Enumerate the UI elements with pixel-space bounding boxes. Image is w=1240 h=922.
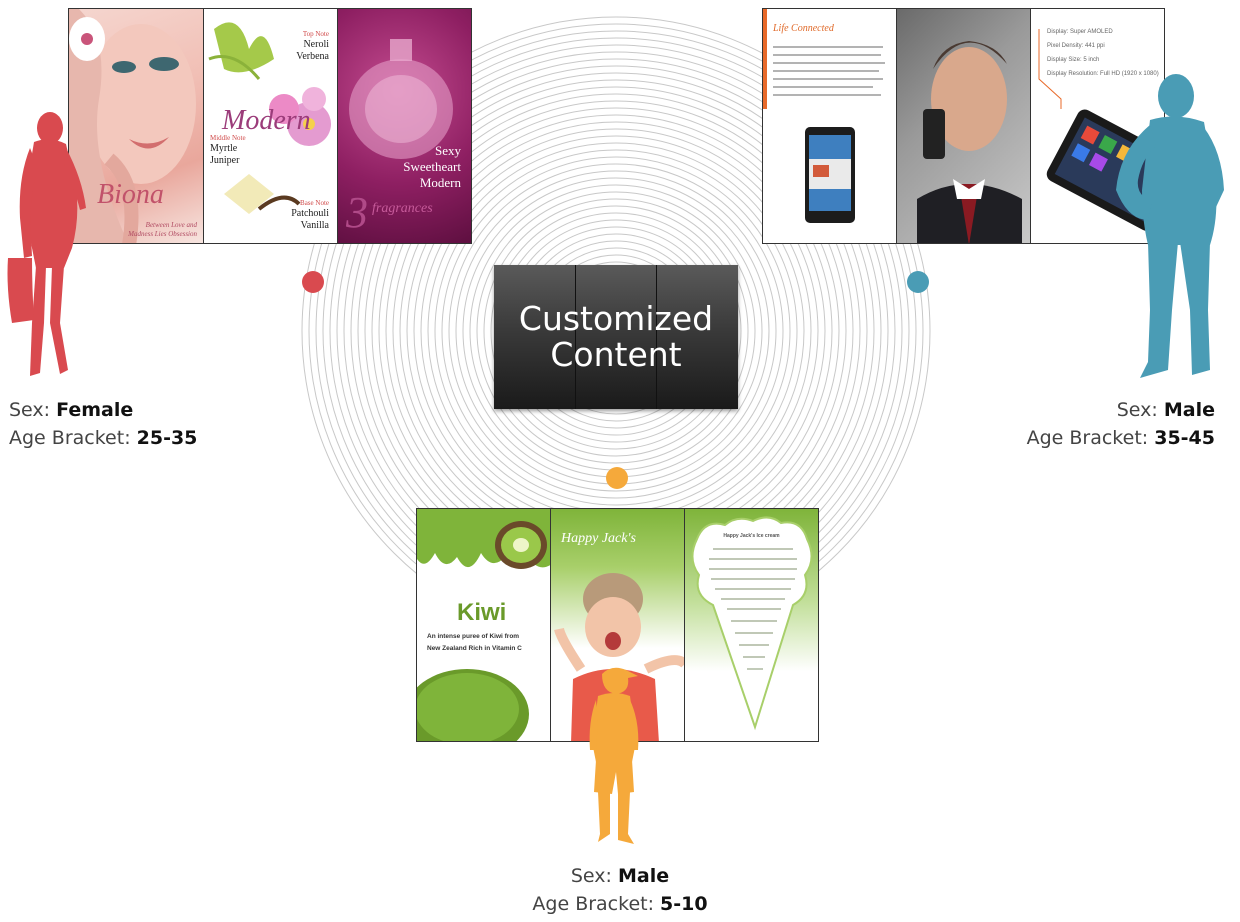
male-adult-content-panel-2 xyxy=(896,8,1031,244)
spec-display-size: Display Size: 5 inch xyxy=(1047,57,1100,63)
male-child-age-value: 5-10 xyxy=(660,893,708,915)
male-child-sex-label: Sex: xyxy=(570,865,618,887)
biona-tagline-1: Between Love and xyxy=(145,221,197,229)
male-adult-age-value: 35-45 xyxy=(1154,427,1215,449)
fragrance-count: 3 xyxy=(346,188,368,237)
top-note-1: Neroli xyxy=(303,39,329,50)
male-child-segment-dot xyxy=(606,467,628,489)
top-note-label: Top Note xyxy=(302,30,329,38)
base-note-label: Base Note xyxy=(300,199,329,207)
middle-note-label: Middle Note xyxy=(210,134,246,142)
female-sex-value: Female xyxy=(56,399,134,421)
customized-content-box: Customized Content xyxy=(494,265,738,409)
male-adult-segment-dot xyxy=(907,271,929,293)
sweetheart-text: Sweetheart xyxy=(403,159,461,174)
center-line-2: Content xyxy=(550,335,682,374)
male-adult-segment-label: Sex: Male Age Bracket: 35-45 xyxy=(1027,396,1215,452)
fragrances-script: fragrances xyxy=(372,201,433,216)
female-silhouette-icon xyxy=(7,112,86,376)
female-segment-dot xyxy=(302,271,324,293)
life-connected-script: Life Connected xyxy=(773,23,834,34)
child-content-panel-1: Kiwi An intense puree of Kiwi from New Z… xyxy=(416,508,551,742)
male-adult-content-panel-1: Life Connected xyxy=(762,8,897,244)
modern-text: Modern xyxy=(419,175,461,190)
businessman-phone-image xyxy=(917,41,1022,243)
male-adult-silhouette-icon xyxy=(1116,74,1224,378)
male-adult-sex-label: Sex: xyxy=(1116,399,1164,421)
base-note-1: Patchouli xyxy=(291,208,329,219)
customized-content-label: Customized Content xyxy=(494,301,738,373)
male-child-silhouette-icon xyxy=(589,667,639,844)
female-sex-label: Sex: xyxy=(9,399,57,421)
biona-title: Biona xyxy=(97,179,164,210)
top-note-2: Verbena xyxy=(296,51,329,62)
accent-bar xyxy=(763,9,767,109)
spec-pixel-density: Pixel Density: 441 ppi xyxy=(1047,43,1105,49)
middle-note-1: Myrtle xyxy=(210,143,238,154)
biona-tagline-2: Madness Lies Obsession xyxy=(128,230,197,238)
female-content-panel-3: Sexy Sweetheart Modern 3 fragrances xyxy=(337,8,472,244)
happy-jacks-script: Happy Jack's xyxy=(561,531,636,546)
base-note-2: Vanilla xyxy=(300,220,329,231)
female-segment-label: Sex: Female Age Bracket: 25-35 xyxy=(9,396,197,452)
kiwi-desc-1: An intense puree of Kiwi from xyxy=(427,633,520,640)
sexy-text: Sexy xyxy=(435,143,461,158)
female-content-panel-2: Modern Top Note Neroli Verbena Middle No… xyxy=(203,8,338,244)
male-adult-sex-value: Male xyxy=(1163,399,1215,421)
female-age-value: 25-35 xyxy=(136,427,198,449)
male-child-age-label: Age Bracket: xyxy=(532,893,661,915)
child-content-panel-3: Happy Jack's Ice cream xyxy=(684,508,819,742)
kiwi-title: Kiwi xyxy=(457,599,507,626)
male-child-segment-label: Sex: Male Age Bracket: 5-10 xyxy=(500,862,740,918)
center-line-1: Customized xyxy=(518,299,714,338)
ice-cream-heading: Happy Jack's Ice cream xyxy=(723,533,780,539)
male-adult-age-label: Age Bracket: xyxy=(1026,427,1155,449)
phone-brochure-image xyxy=(773,46,885,223)
spec-display: Display: Super AMOLED xyxy=(1047,29,1113,35)
female-age-label: Age Bracket: xyxy=(9,427,137,449)
middle-note-2: Juniper xyxy=(210,155,240,166)
kiwi-desc-2: New Zealand Rich in Vitamin C xyxy=(427,645,522,652)
modern-script: Modern xyxy=(222,105,311,136)
ice-cream-cone-image xyxy=(691,516,813,731)
male-child-sex-value: Male xyxy=(617,865,670,887)
